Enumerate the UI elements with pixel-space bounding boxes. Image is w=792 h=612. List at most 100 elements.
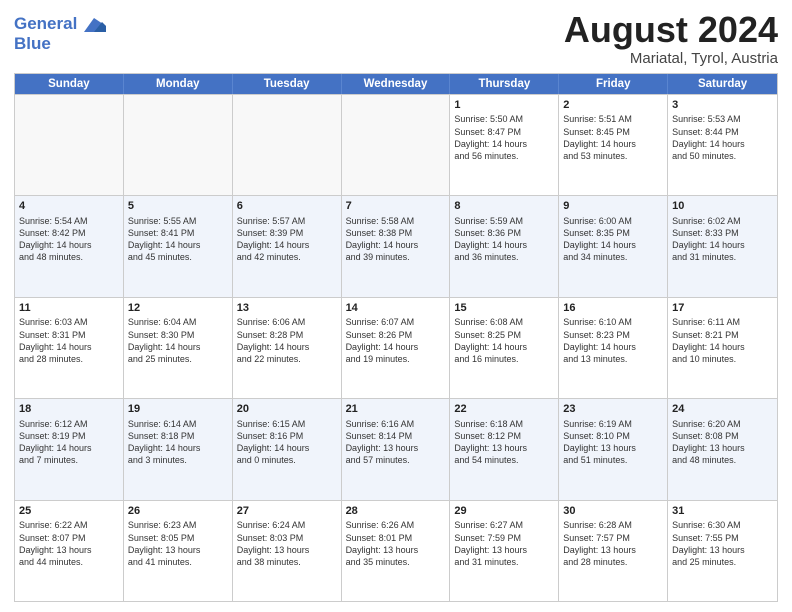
logo-icon (84, 18, 106, 32)
day-cell-23: 23Sunrise: 6:19 AMSunset: 8:10 PMDayligh… (559, 399, 668, 499)
sunrise-text: Sunrise: 5:59 AM (454, 215, 554, 227)
week-row-2: 4Sunrise: 5:54 AMSunset: 8:42 PMDaylight… (15, 195, 777, 296)
sunrise-text: Sunrise: 5:58 AM (346, 215, 446, 227)
daylight-text: Daylight: 13 hours and 44 minutes. (19, 544, 119, 568)
sunset-text: Sunset: 8:33 PM (672, 227, 773, 239)
sunrise-text: Sunrise: 6:16 AM (346, 418, 446, 430)
sun-info: Sunrise: 6:19 AMSunset: 8:10 PMDaylight:… (563, 418, 663, 467)
sunrise-text: Sunrise: 6:19 AM (563, 418, 663, 430)
day-cell-6: 6Sunrise: 5:57 AMSunset: 8:39 PMDaylight… (233, 196, 342, 296)
sun-info: Sunrise: 6:04 AMSunset: 8:30 PMDaylight:… (128, 316, 228, 365)
sun-info: Sunrise: 5:59 AMSunset: 8:36 PMDaylight:… (454, 215, 554, 264)
sunrise-text: Sunrise: 6:07 AM (346, 316, 446, 328)
day-number: 27 (237, 504, 337, 519)
sunrise-text: Sunrise: 6:18 AM (454, 418, 554, 430)
sunrise-text: Sunrise: 6:22 AM (19, 519, 119, 531)
sunset-text: Sunset: 8:35 PM (563, 227, 663, 239)
sunrise-text: Sunrise: 6:00 AM (563, 215, 663, 227)
day-number: 20 (237, 402, 337, 417)
day-cell-16: 16Sunrise: 6:10 AMSunset: 8:23 PMDayligh… (559, 298, 668, 398)
day-of-week-monday: Monday (124, 74, 233, 94)
sunset-text: Sunset: 8:26 PM (346, 329, 446, 341)
day-number: 18 (19, 402, 119, 417)
daylight-text: Daylight: 14 hours and 31 minutes. (672, 239, 773, 263)
daylight-text: Daylight: 14 hours and 50 minutes. (672, 138, 773, 162)
empty-cell (342, 95, 451, 195)
day-cell-25: 25Sunrise: 6:22 AMSunset: 8:07 PMDayligh… (15, 501, 124, 601)
sunrise-text: Sunrise: 5:53 AM (672, 113, 773, 125)
day-number: 16 (563, 301, 663, 316)
sunset-text: Sunset: 8:18 PM (128, 430, 228, 442)
daylight-text: Daylight: 13 hours and 38 minutes. (237, 544, 337, 568)
sunset-text: Sunset: 8:23 PM (563, 329, 663, 341)
empty-cell (233, 95, 342, 195)
daylight-text: Daylight: 13 hours and 25 minutes. (672, 544, 773, 568)
empty-cell (15, 95, 124, 195)
daylight-text: Daylight: 14 hours and 28 minutes. (19, 341, 119, 365)
sunrise-text: Sunrise: 5:54 AM (19, 215, 119, 227)
sunset-text: Sunset: 8:08 PM (672, 430, 773, 442)
sunrise-text: Sunrise: 5:50 AM (454, 113, 554, 125)
day-cell-12: 12Sunrise: 6:04 AMSunset: 8:30 PMDayligh… (124, 298, 233, 398)
day-cell-31: 31Sunrise: 6:30 AMSunset: 7:55 PMDayligh… (668, 501, 777, 601)
sun-info: Sunrise: 5:50 AMSunset: 8:47 PMDaylight:… (454, 113, 554, 162)
sun-info: Sunrise: 5:58 AMSunset: 8:38 PMDaylight:… (346, 215, 446, 264)
daylight-text: Daylight: 14 hours and 53 minutes. (563, 138, 663, 162)
day-number: 6 (237, 199, 337, 214)
sunrise-text: Sunrise: 6:06 AM (237, 316, 337, 328)
daylight-text: Daylight: 13 hours and 48 minutes. (672, 442, 773, 466)
day-number: 1 (454, 98, 554, 113)
daylight-text: Daylight: 13 hours and 51 minutes. (563, 442, 663, 466)
sunrise-text: Sunrise: 6:23 AM (128, 519, 228, 531)
daylight-text: Daylight: 14 hours and 56 minutes. (454, 138, 554, 162)
sunset-text: Sunset: 8:41 PM (128, 227, 228, 239)
day-number: 28 (346, 504, 446, 519)
sunset-text: Sunset: 8:36 PM (454, 227, 554, 239)
sunset-text: Sunset: 8:19 PM (19, 430, 119, 442)
sunrise-text: Sunrise: 6:10 AM (563, 316, 663, 328)
sunrise-text: Sunrise: 6:24 AM (237, 519, 337, 531)
sunrise-text: Sunrise: 6:28 AM (563, 519, 663, 531)
sun-info: Sunrise: 6:14 AMSunset: 8:18 PMDaylight:… (128, 418, 228, 467)
sun-info: Sunrise: 6:27 AMSunset: 7:59 PMDaylight:… (454, 519, 554, 568)
day-cell-9: 9Sunrise: 6:00 AMSunset: 8:35 PMDaylight… (559, 196, 668, 296)
sun-info: Sunrise: 6:26 AMSunset: 8:01 PMDaylight:… (346, 519, 446, 568)
day-of-week-saturday: Saturday (668, 74, 777, 94)
daylight-text: Daylight: 14 hours and 22 minutes. (237, 341, 337, 365)
title-block: August 2024 Mariatal, Tyrol, Austria (564, 10, 778, 67)
day-number: 14 (346, 301, 446, 316)
sun-info: Sunrise: 6:15 AMSunset: 8:16 PMDaylight:… (237, 418, 337, 467)
day-of-week-sunday: Sunday (15, 74, 124, 94)
daylight-text: Daylight: 14 hours and 39 minutes. (346, 239, 446, 263)
sun-info: Sunrise: 6:22 AMSunset: 8:07 PMDaylight:… (19, 519, 119, 568)
day-number: 31 (672, 504, 773, 519)
day-number: 8 (454, 199, 554, 214)
sun-info: Sunrise: 6:07 AMSunset: 8:26 PMDaylight:… (346, 316, 446, 365)
sun-info: Sunrise: 5:53 AMSunset: 8:44 PMDaylight:… (672, 113, 773, 162)
sunrise-text: Sunrise: 5:51 AM (563, 113, 663, 125)
day-cell-21: 21Sunrise: 6:16 AMSunset: 8:14 PMDayligh… (342, 399, 451, 499)
sunrise-text: Sunrise: 6:08 AM (454, 316, 554, 328)
day-cell-7: 7Sunrise: 5:58 AMSunset: 8:38 PMDaylight… (342, 196, 451, 296)
page: General Blue August 2024 Mariatal, Tyrol… (0, 0, 792, 612)
daylight-text: Daylight: 13 hours and 54 minutes. (454, 442, 554, 466)
sunset-text: Sunset: 8:31 PM (19, 329, 119, 341)
day-cell-5: 5Sunrise: 5:55 AMSunset: 8:41 PMDaylight… (124, 196, 233, 296)
day-of-week-thursday: Thursday (450, 74, 559, 94)
header: General Blue August 2024 Mariatal, Tyrol… (14, 10, 778, 67)
day-number: 7 (346, 199, 446, 214)
sunrise-text: Sunrise: 6:20 AM (672, 418, 773, 430)
day-cell-13: 13Sunrise: 6:06 AMSunset: 8:28 PMDayligh… (233, 298, 342, 398)
sun-info: Sunrise: 5:55 AMSunset: 8:41 PMDaylight:… (128, 215, 228, 264)
day-number: 3 (672, 98, 773, 113)
sunset-text: Sunset: 8:21 PM (672, 329, 773, 341)
day-cell-11: 11Sunrise: 6:03 AMSunset: 8:31 PMDayligh… (15, 298, 124, 398)
daylight-text: Daylight: 14 hours and 45 minutes. (128, 239, 228, 263)
daylight-text: Daylight: 13 hours and 35 minutes. (346, 544, 446, 568)
location: Mariatal, Tyrol, Austria (564, 50, 778, 67)
day-cell-4: 4Sunrise: 5:54 AMSunset: 8:42 PMDaylight… (15, 196, 124, 296)
day-cell-26: 26Sunrise: 6:23 AMSunset: 8:05 PMDayligh… (124, 501, 233, 601)
sunset-text: Sunset: 8:39 PM (237, 227, 337, 239)
calendar: SundayMondayTuesdayWednesdayThursdayFrid… (14, 73, 778, 602)
sunset-text: Sunset: 8:30 PM (128, 329, 228, 341)
